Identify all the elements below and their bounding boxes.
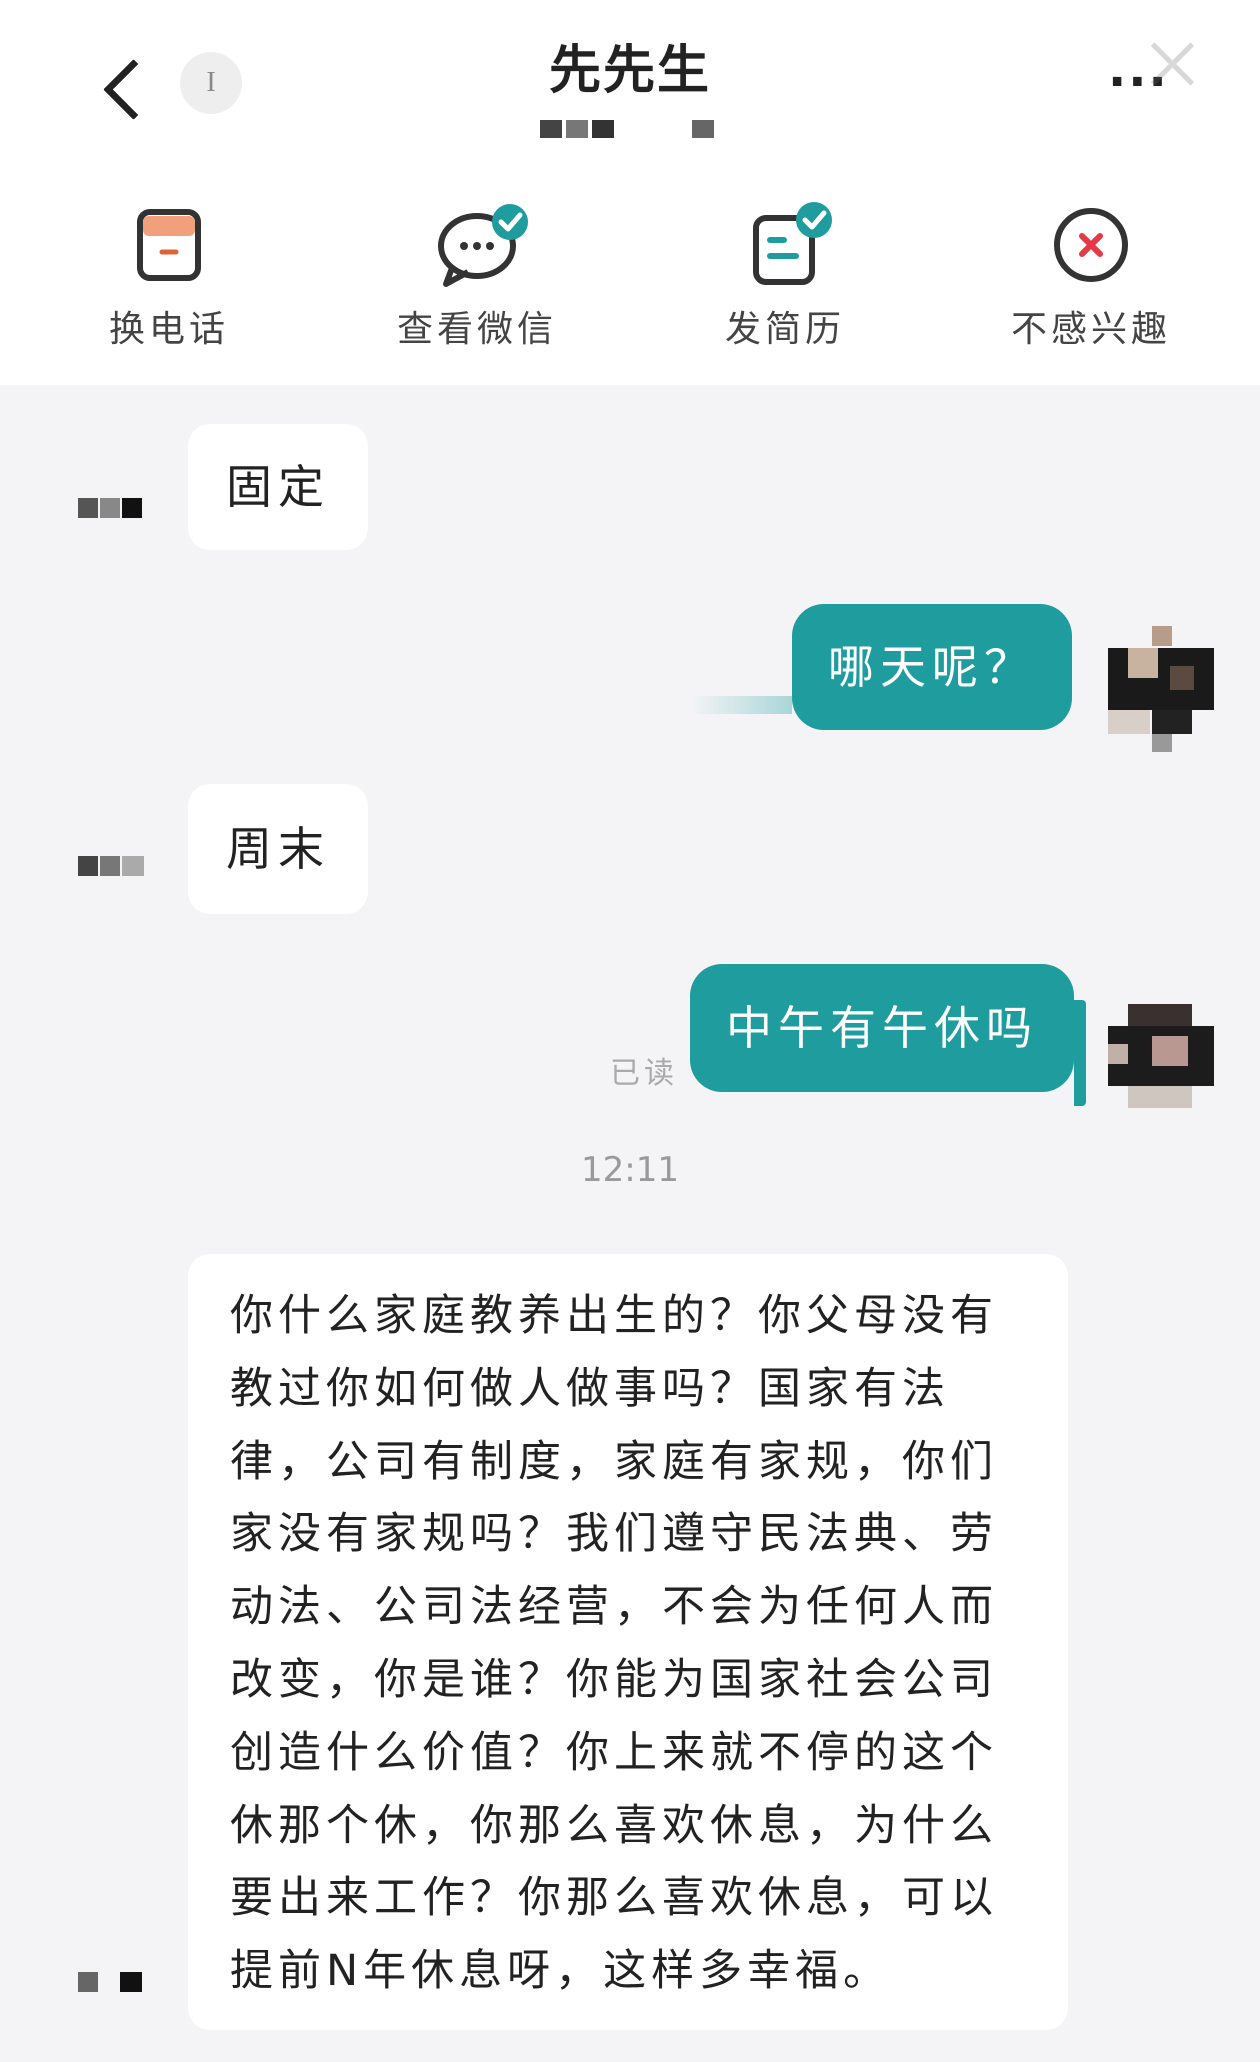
chat-header: I 先先生 ··· 换电话 查看微信 发简历 不感兴趣	[0, 0, 1260, 385]
message-text: 周末	[226, 822, 330, 876]
not-interested-action[interactable]: 不感兴趣	[966, 190, 1216, 352]
phone-card-icon	[124, 200, 214, 290]
action-label: 换电话	[108, 309, 229, 350]
sender-avatar-redacted	[78, 856, 144, 878]
message-bubble-outgoing[interactable]: 中午有午休吗	[690, 964, 1074, 1092]
send-resume-action[interactable]: 发简历	[660, 190, 910, 352]
not-interested-icon	[1046, 200, 1136, 290]
message-bubble-incoming[interactable]: 固定	[188, 424, 368, 550]
action-bar: 换电话 查看微信 发简历 不感兴趣	[0, 190, 1260, 360]
wechat-icon	[432, 200, 528, 290]
view-wechat-action[interactable]: 查看微信	[352, 190, 602, 352]
action-label: 不感兴趣	[1010, 309, 1171, 350]
message-text: 你什么家庭教养出生的？你父母没有教过你如何做人做事吗？国家有法律，公司有制度，家…	[230, 1291, 998, 1997]
action-label: 查看微信	[396, 309, 557, 350]
message-text: 中午有午休吗	[726, 1001, 1038, 1055]
message-timestamp: 12:11	[581, 1150, 679, 1190]
sender-avatar-redacted	[78, 1972, 142, 1994]
swap-phone-action[interactable]: 换电话	[44, 190, 294, 352]
message-bubble-outgoing[interactable]: 哪天呢？	[792, 604, 1072, 730]
message-bubble-incoming[interactable]: 周末	[188, 784, 368, 914]
back-button[interactable]	[96, 52, 164, 120]
bubble-tail	[1074, 1000, 1086, 1106]
close-icon	[1148, 40, 1196, 88]
my-avatar-redacted	[1108, 626, 1214, 752]
bubble-tail	[690, 696, 792, 714]
message-text: 哪天呢？	[828, 640, 1036, 694]
read-status: 已读	[610, 1056, 678, 1091]
action-label: 发简历	[724, 309, 845, 350]
long-message-bubble[interactable]: 你什么家庭教养出生的？你父母没有教过你如何做人做事吗？国家有法律，公司有制度，家…	[188, 1254, 1068, 2030]
count-badge: I	[180, 52, 242, 114]
my-avatar-redacted	[1108, 1004, 1214, 1108]
contact-subtitle-redacted	[540, 116, 720, 142]
contact-name: 先先生	[548, 41, 711, 101]
back-chevron-icon	[103, 59, 164, 120]
resume-icon	[740, 200, 832, 290]
message-text: 固定	[226, 460, 330, 514]
sender-avatar-redacted	[78, 498, 142, 520]
